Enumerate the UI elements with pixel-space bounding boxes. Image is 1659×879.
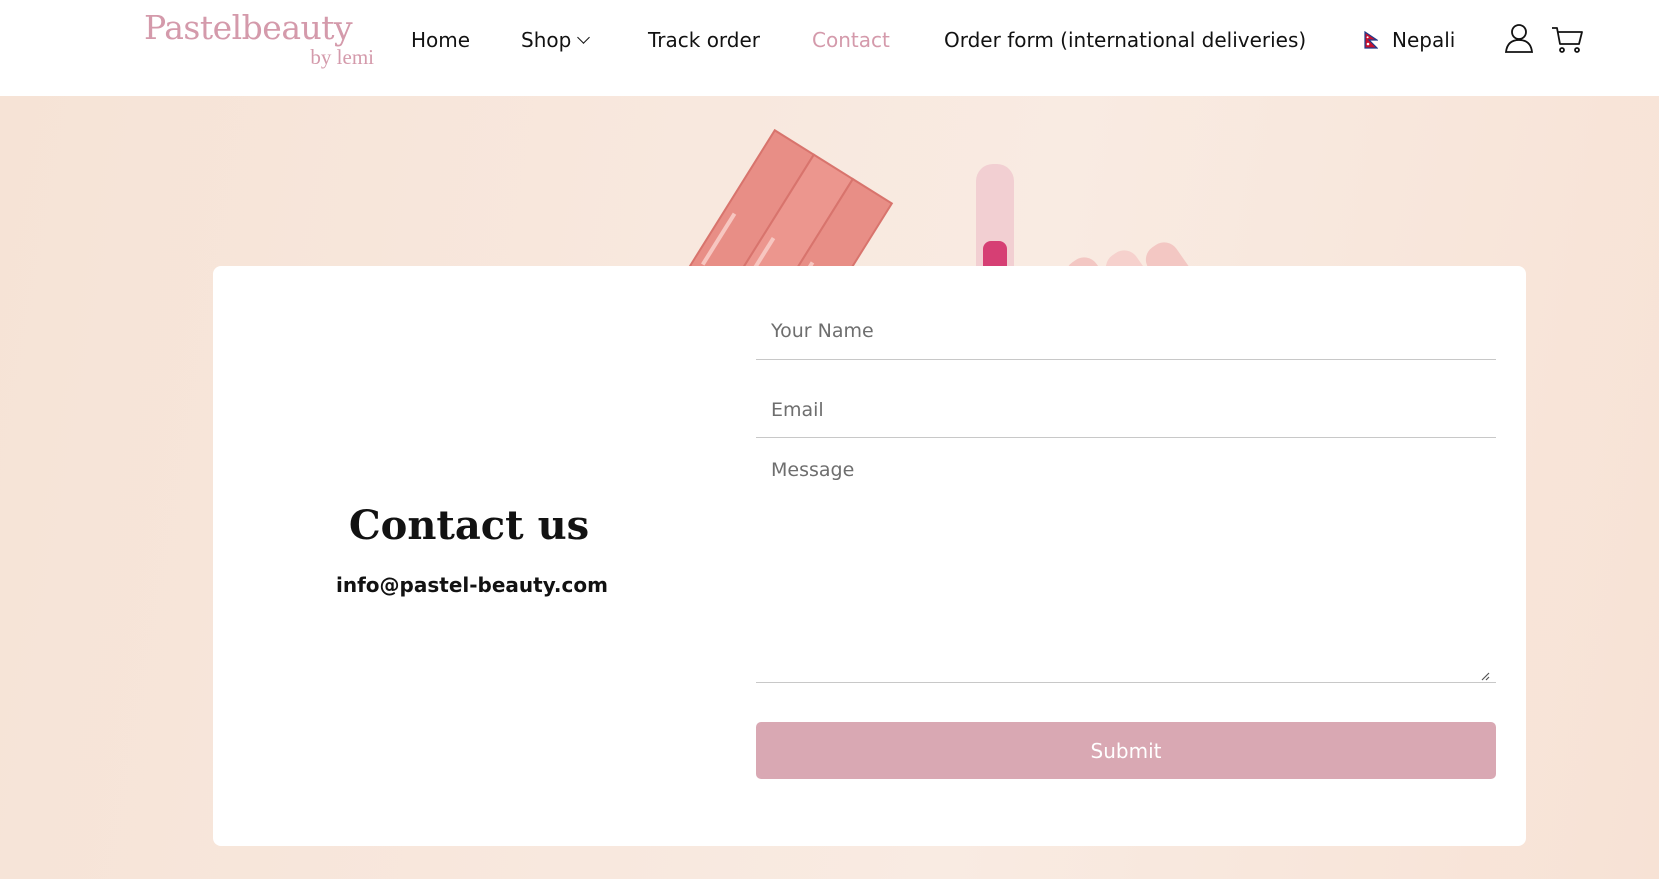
nav-item-order-form[interactable]: Order form (international deliveries)	[944, 24, 1306, 56]
nav-item-track-order[interactable]: Track order	[648, 24, 760, 56]
language-selector[interactable]: Nepali	[1364, 24, 1455, 56]
nav-item-contact[interactable]: Contact	[812, 24, 890, 56]
account-icon[interactable]	[1501, 20, 1537, 56]
nepal-flag-icon	[1364, 31, 1378, 49]
contact-title: Contact us	[348, 502, 590, 549]
brand-name: Pastelbeauty	[144, 8, 353, 47]
email-field[interactable]	[756, 382, 1496, 438]
nav-item-shop-label: Shop	[521, 28, 572, 52]
hero-banner: Contact us info@pastel-beauty.com Submit	[0, 96, 1659, 879]
brand-logo[interactable]: Pastelbeauty by lemi	[144, 8, 374, 70]
cart-icon[interactable]	[1550, 20, 1586, 56]
nav-item-shop[interactable]: Shop	[521, 24, 591, 56]
contact-card: Contact us info@pastel-beauty.com Submit	[213, 266, 1526, 846]
nav-item-home[interactable]: Home	[411, 24, 470, 56]
chevron-down-icon	[577, 31, 591, 44]
contact-email: info@pastel-beauty.com	[336, 573, 608, 597]
resize-handle-icon[interactable]	[1480, 671, 1490, 681]
site-header: Pastelbeauty by lemi Home Shop Track ord…	[0, 0, 1659, 96]
submit-button[interactable]: Submit	[756, 722, 1496, 779]
language-label: Nepali	[1392, 28, 1456, 52]
message-field[interactable]	[756, 451, 1496, 683]
name-field[interactable]	[756, 302, 1496, 360]
brand-tagline: by lemi	[310, 45, 374, 69]
